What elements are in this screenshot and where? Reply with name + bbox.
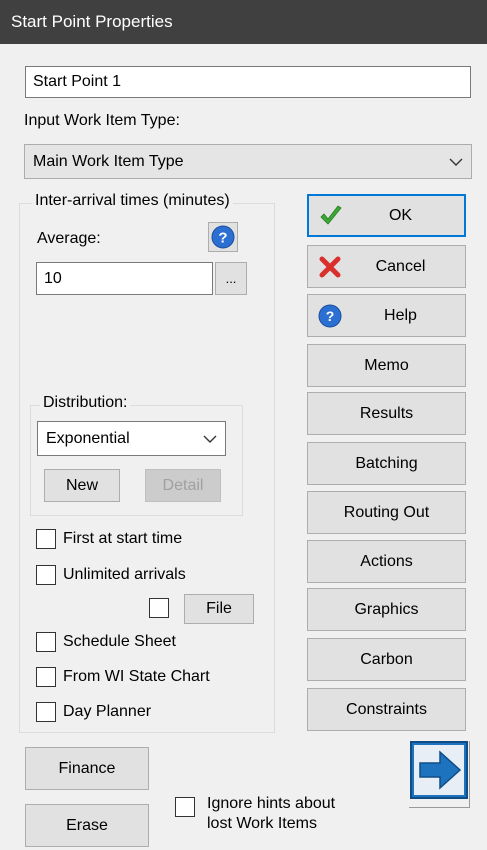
from-wi-state-chart-checkbox[interactable]: From WI State Chart — [36, 667, 210, 687]
input-work-item-type-label: Input Work Item Type: — [24, 112, 180, 129]
checkbox-box[interactable] — [36, 632, 56, 652]
ignore-hints-line2: lost Work Items — [207, 815, 317, 832]
distribution-new-button[interactable]: New — [44, 469, 120, 502]
new-label: New — [65, 476, 98, 494]
chevron-down-icon — [449, 158, 463, 166]
svg-text:?: ? — [218, 230, 227, 247]
memo-label: Memo — [364, 356, 409, 374]
ignore-hints-checkbox[interactable] — [175, 797, 195, 817]
ignore-hints-line1: Ignore hints about — [207, 795, 336, 812]
svg-text:?: ? — [326, 308, 335, 324]
actions-label: Actions — [360, 552, 413, 570]
file-label: File — [206, 600, 232, 617]
interarrival-group-title: Inter-arrival times (minutes) — [32, 192, 233, 210]
graphics-button[interactable]: Graphics — [307, 588, 466, 631]
results-label: Results — [359, 404, 414, 422]
schedule-sheet-label: Schedule Sheet — [63, 633, 176, 650]
routing-out-button[interactable]: Routing Out — [307, 491, 466, 534]
window-title: Start Point Properties — [0, 0, 487, 44]
finance-label: Finance — [58, 759, 116, 777]
next-arrow-button[interactable] — [409, 741, 470, 808]
constraints-label: Constraints — [346, 700, 427, 718]
work-item-type-dropdown[interactable]: Main Work Item Type — [24, 144, 472, 179]
ok-label: OK — [388, 206, 413, 224]
graphics-label: Graphics — [354, 600, 419, 618]
first-at-start-checkbox[interactable]: First at start time — [36, 529, 182, 549]
file-button[interactable]: File — [184, 594, 254, 624]
results-button[interactable]: Results — [307, 392, 466, 435]
distribution-detail-button: Detail — [145, 469, 221, 502]
chevron-down-icon — [203, 435, 217, 443]
ok-button[interactable]: OK — [307, 194, 466, 237]
batching-label: Batching — [355, 454, 418, 472]
day-planner-checkbox[interactable]: Day Planner — [36, 702, 151, 722]
average-value: 10 — [44, 269, 62, 287]
actions-button[interactable]: Actions — [307, 540, 466, 583]
distribution-value: Exponential — [46, 429, 130, 447]
from-wi-state-chart-label: From WI State Chart — [63, 668, 210, 685]
file-checkbox[interactable] — [149, 598, 169, 618]
carbon-button[interactable]: Carbon — [307, 638, 466, 681]
distribution-group-title: Distribution: — [40, 394, 131, 412]
checkbox-box[interactable] — [36, 702, 56, 722]
schedule-sheet-checkbox[interactable]: Schedule Sheet — [36, 632, 176, 652]
unlimited-arrivals-label: Unlimited arrivals — [63, 566, 186, 583]
batching-button[interactable]: Batching — [307, 442, 466, 485]
start-point-name-value: Start Point 1 — [33, 73, 122, 90]
cancel-button[interactable]: Cancel — [307, 245, 466, 288]
average-browse-label: ... — [225, 271, 237, 286]
question-icon: ? — [318, 304, 342, 327]
day-planner-label: Day Planner — [63, 703, 152, 720]
detail-label: Detail — [162, 476, 204, 494]
distribution-dropdown[interactable]: Exponential — [37, 421, 226, 456]
work-item-type-value: Main Work Item Type — [33, 152, 184, 170]
finance-button[interactable]: Finance — [25, 747, 149, 790]
routing-out-label: Routing Out — [343, 503, 430, 521]
cancel-x-icon — [319, 256, 341, 277]
erase-label: Erase — [66, 816, 108, 834]
help-icon[interactable]: ? — [208, 222, 238, 252]
arrow-right-icon — [410, 741, 468, 799]
memo-button[interactable]: Memo — [307, 344, 466, 387]
cancel-label: Cancel — [375, 257, 426, 275]
start-point-name-input[interactable]: Start Point 1 — [25, 66, 471, 98]
average-label: Average: — [37, 230, 101, 247]
unlimited-arrivals-checkbox[interactable]: Unlimited arrivals — [36, 565, 186, 585]
average-browse-button[interactable]: ... — [215, 262, 247, 295]
erase-button[interactable]: Erase — [25, 804, 149, 847]
checkbox-box[interactable] — [36, 565, 56, 585]
checkbox-box[interactable] — [36, 529, 56, 549]
checkmark-icon — [320, 204, 342, 225]
help-label: Help — [384, 306, 417, 324]
first-at-start-label: First at start time — [63, 530, 183, 547]
constraints-button[interactable]: Constraints — [307, 688, 466, 731]
average-input[interactable]: 10 — [36, 262, 213, 295]
help-button[interactable]: ? Help — [307, 294, 466, 337]
checkbox-box[interactable] — [36, 667, 56, 687]
carbon-label: Carbon — [360, 650, 413, 668]
ignore-hints-label: Ignore hints about lost Work Items — [207, 794, 335, 834]
